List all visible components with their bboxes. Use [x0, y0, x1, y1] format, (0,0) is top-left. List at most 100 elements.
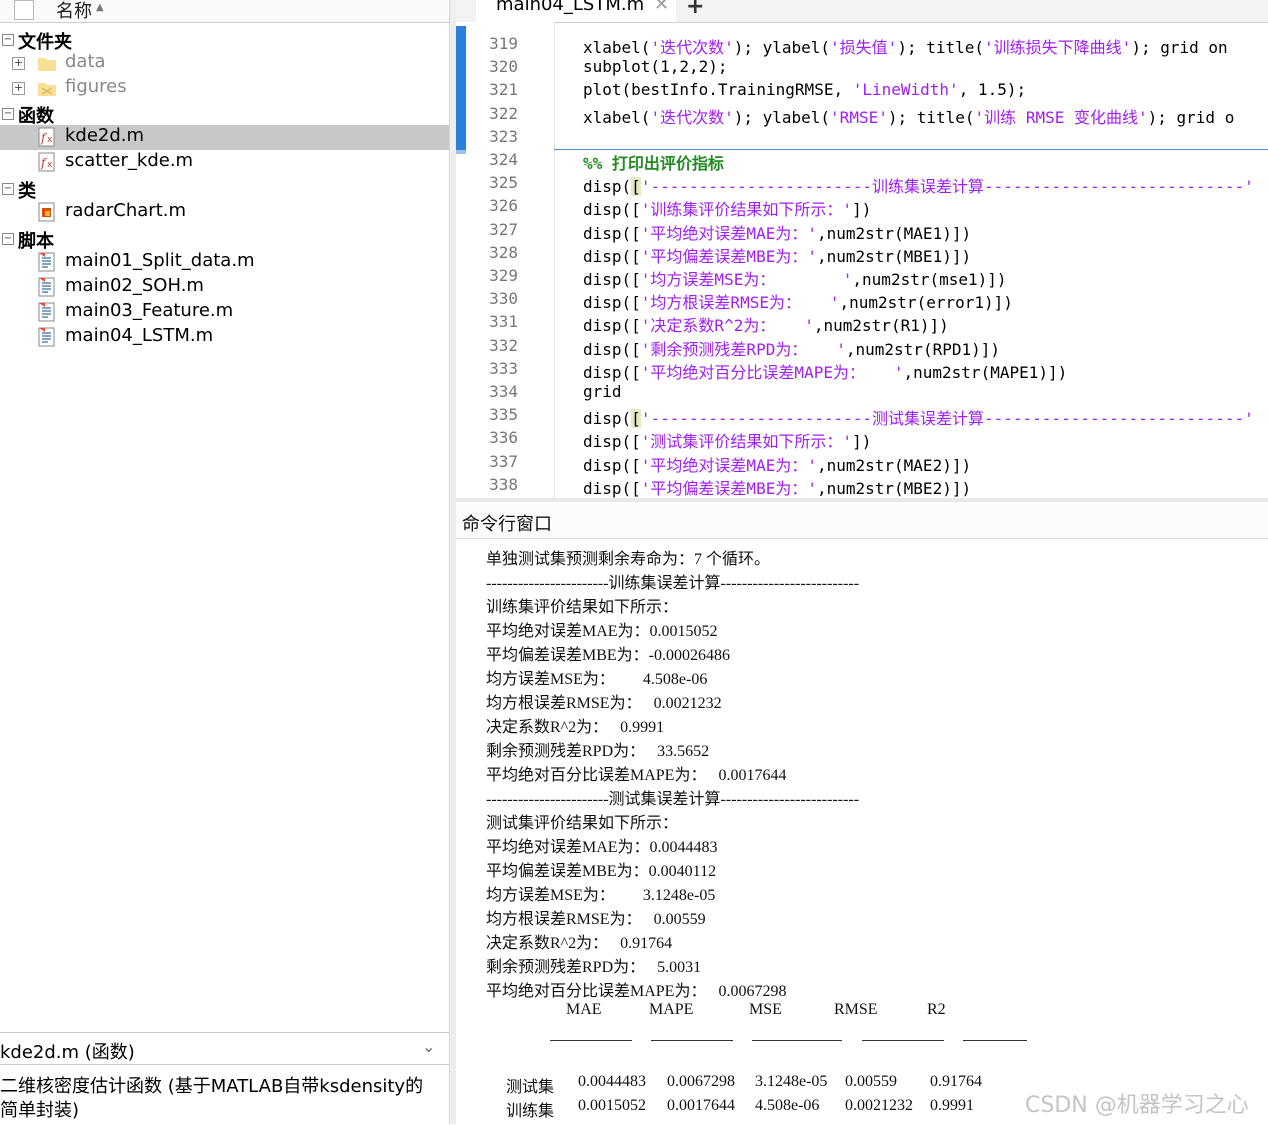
folder-item-figures[interactable]: + figures — [0, 76, 449, 101]
code-line[interactable]: disp(['平均偏差误差MBE为：',num2str(MBE2)]) — [583, 475, 971, 499]
table-cell: 0.9991 — [930, 1097, 974, 1114]
code-line[interactable]: disp(['平均偏差误差MBE为：',num2str(MBE1)]) — [583, 243, 971, 267]
line-number: 328 — [489, 242, 518, 262]
panel-splitter[interactable] — [449, 0, 456, 1124]
name-column-label[interactable]: 名称 — [56, 0, 92, 23]
code-line[interactable]: subplot(1,2,2); — [583, 57, 728, 76]
line-number: 333 — [489, 358, 518, 378]
code-line[interactable]: disp(['平均绝对误差MAE为：',num2str(MAE2)]) — [583, 452, 971, 476]
table-underline — [550, 1040, 632, 1041]
line-number: 334 — [489, 382, 518, 401]
line-number: 320 — [489, 57, 518, 77]
output-line: 均方误差MSE为： 4.508e-06 — [486, 671, 708, 688]
line-number: 327 — [489, 219, 518, 239]
group-classes[interactable]: − 类 — [0, 177, 449, 202]
code-line[interactable]: disp(['决定系数R^2为： ',num2str(R1)]) — [583, 312, 949, 336]
folder-item-data[interactable]: + data — [0, 51, 449, 76]
item-label: main02_SOH.m — [65, 275, 204, 296]
code-line[interactable]: disp(['均方误差MSE为： ',num2str(mse1)]) — [583, 266, 1007, 290]
chevron-down-icon[interactable]: ⌄ — [422, 1037, 435, 1056]
output-line: 平均绝对百分比误差MAPE为： 0.0017644 — [486, 767, 787, 784]
group-functions[interactable]: − 函数 — [0, 102, 449, 127]
function-item-scatter-kde[interactable]: fx scatter_kde.m — [0, 150, 449, 175]
code-line[interactable]: xlabel('迭代次数'); ylabel('损失值'); title('训练… — [583, 34, 1228, 58]
script-item-main01[interactable]: main01_Split_data.m — [0, 250, 449, 275]
line-number: 325 — [489, 173, 518, 193]
svg-text:x: x — [47, 135, 53, 145]
class-item-radarchart[interactable]: radarChart.m — [0, 200, 449, 225]
line-number: 336 — [489, 428, 518, 448]
code-line[interactable]: plot(bestInfo.TrainingRMSE, 'LineWidth',… — [583, 80, 1026, 99]
line-number: 323 — [489, 126, 518, 146]
item-label: main01_Split_data.m — [65, 250, 255, 271]
table-cell: 0.0017644 — [667, 1097, 735, 1114]
sort-ascending-icon: ▲ — [96, 2, 104, 13]
collapse-icon[interactable]: − — [2, 108, 14, 120]
command-window[interactable]: 命令行窗口 单独测试集预测剩余寿命为：7 个循环。 ---------------… — [456, 504, 1268, 1124]
code-line[interactable]: xlabel('迭代次数'); ylabel('RMSE'); title('训… — [583, 104, 1234, 128]
collapse-icon[interactable]: − — [2, 233, 14, 245]
scrollbar[interactable] — [456, 498, 1268, 502]
code-line[interactable]: disp(['剩余预测残差RPD为： ',num2str(RPD1)]) — [583, 336, 1000, 360]
code-line[interactable]: disp(['平均绝对误差MAE为：',num2str(MAE1)]) — [583, 220, 971, 244]
output-line: 平均偏差误差MBE为：0.0040112 — [486, 863, 717, 880]
table-cell: 3.1248e-05 — [755, 1073, 828, 1090]
group-folders[interactable]: − 文件夹 — [0, 28, 449, 53]
output-line: -----------------------训练集误差计算----------… — [486, 575, 860, 592]
code-line[interactable]: disp(['-----------------------测试集误差计算---… — [583, 405, 1254, 429]
line-number: 332 — [489, 335, 518, 355]
expand-icon[interactable]: + — [12, 57, 25, 70]
table-header: R2 — [927, 1001, 946, 1018]
line-number: 324 — [489, 150, 518, 169]
editor-tabbar: main04_LSTM.m ✕ + — [456, 0, 1268, 23]
divider — [0, 1064, 449, 1065]
details-description: 二维核密度估计函数 (基于MATLAB自带ksdensity的简单封装) — [0, 1076, 424, 1121]
table-underline — [752, 1040, 842, 1041]
table-cell: 0.0021232 — [845, 1097, 913, 1114]
command-output: 单独测试集预测剩余寿命为：7 个循环。 ---------------------… — [456, 539, 1268, 1124]
output-line: 剩余预测残差RPD为： 33.5652 — [486, 743, 710, 760]
script-item-main02[interactable]: main02_SOH.m — [0, 275, 449, 300]
command-window-titlebar: 命令行窗口 — [456, 504, 1268, 539]
column-header[interactable]: 名称 ▲ — [0, 0, 449, 23]
expand-icon[interactable]: + — [12, 82, 25, 95]
line-number: 335 — [489, 405, 518, 425]
table-row-label: 训练集 — [506, 1103, 555, 1120]
code-line[interactable]: disp(['-----------------------训练集误差计算---… — [583, 173, 1254, 197]
code-line[interactable]: disp(['测试集评价结果如下所示：']) — [583, 428, 871, 452]
details-panel: kde2d.m (函数) ⌄ 二维核密度估计函数 (基于MATLAB自带ksde… — [0, 1032, 449, 1125]
group-scripts[interactable]: − 脚本 — [0, 227, 449, 252]
script-file-icon — [38, 252, 55, 272]
folder-icon — [38, 58, 56, 71]
watermark: CSDN @机器学习之心 — [1025, 1093, 1249, 1118]
line-number: 330 — [489, 289, 518, 309]
item-label: data — [65, 51, 106, 72]
details-title: kde2d.m (函数) — [0, 1042, 135, 1063]
code-line[interactable]: disp(['均方根误差RMSE为： ',num2str(error1)]) — [583, 289, 1013, 313]
table-header: MSE — [749, 1001, 782, 1018]
table-cell: 0.91764 — [930, 1073, 982, 1090]
add-tab-icon[interactable]: + — [686, 0, 704, 19]
table-cell: 0.0015052 — [578, 1097, 646, 1114]
code-line[interactable]: grid — [583, 382, 622, 401]
code-line[interactable]: disp(['训练集评价结果如下所示：']) — [583, 196, 871, 220]
script-item-main03[interactable]: main03_Feature.m — [0, 300, 449, 325]
line-number: 319 — [489, 34, 518, 53]
function-item-kde2d[interactable]: fx kde2d.m — [0, 125, 449, 150]
code-line[interactable]: %% 打印出评价指标 — [583, 150, 724, 174]
table-underline — [651, 1040, 733, 1041]
output-line: 平均绝对误差MAE为：0.0044483 — [486, 839, 718, 856]
collapse-icon[interactable]: − — [2, 183, 14, 195]
output-line: -----------------------测试集误差计算----------… — [486, 791, 860, 808]
collapse-icon[interactable]: − — [2, 34, 14, 46]
tab-main04-lstm[interactable]: main04_LSTM.m ✕ — [476, 0, 676, 22]
item-label: scatter_kde.m — [65, 150, 194, 171]
script-item-main04[interactable]: main04_LSTM.m — [0, 325, 449, 350]
item-label: kde2d.m — [65, 125, 145, 146]
select-all-checkbox[interactable] — [14, 0, 34, 20]
output-line: 均方根误差RMSE为： 0.0021232 — [486, 695, 722, 712]
code-line[interactable]: disp(['平均绝对百分比误差MAPE为： ',num2str(MAPE1)]… — [583, 359, 1067, 383]
class-file-icon — [38, 202, 55, 222]
script-file-icon — [38, 327, 55, 347]
close-icon[interactable]: ✕ — [654, 0, 669, 15]
